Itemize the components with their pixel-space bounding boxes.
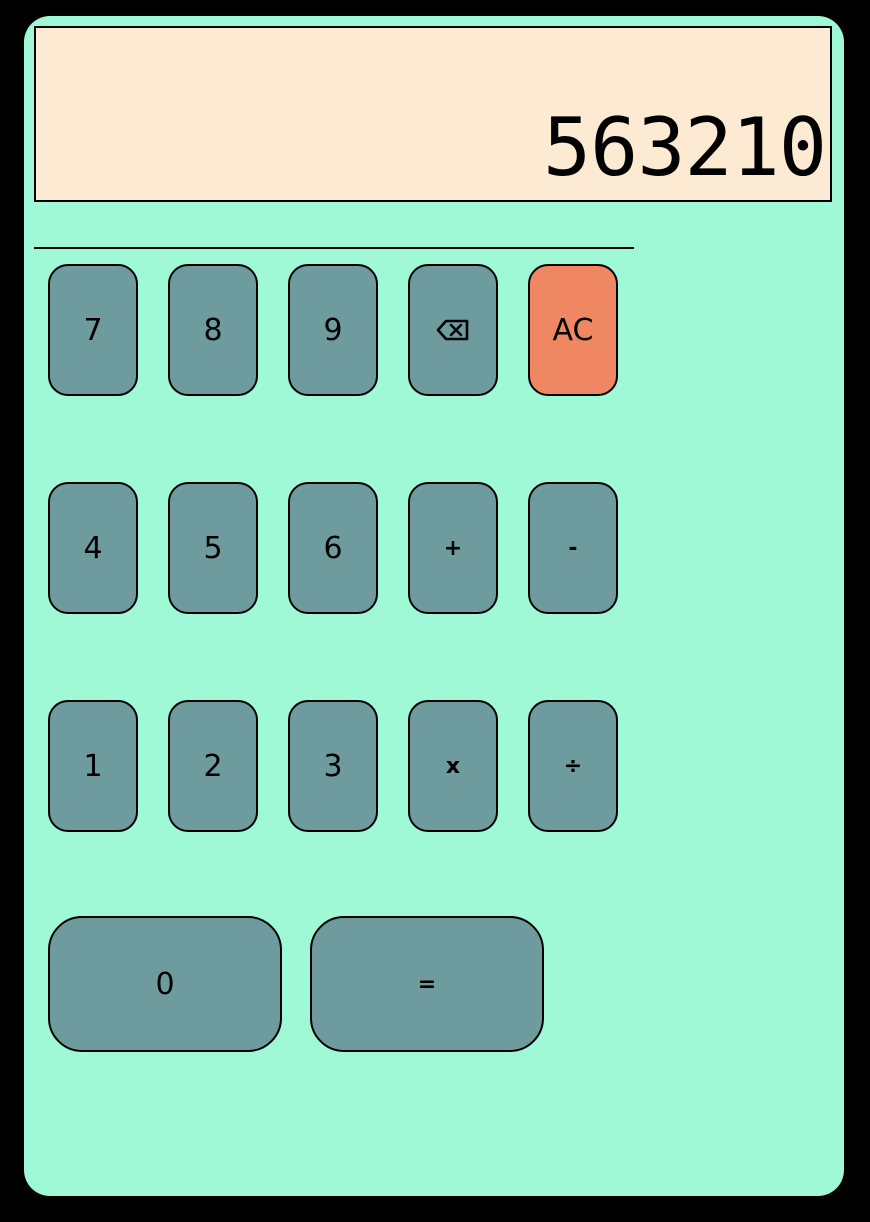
key-9[interactable]: 9 xyxy=(288,264,378,396)
clear-all-label: AC xyxy=(552,312,594,348)
key-4[interactable]: 4 xyxy=(48,482,138,614)
key-0[interactable]: 0 xyxy=(48,916,282,1052)
key-8[interactable]: 8 xyxy=(168,264,258,396)
divider-line xyxy=(34,247,634,249)
plus-button[interactable]: + xyxy=(408,482,498,614)
equals-label: = xyxy=(417,971,437,997)
key-3-label: 3 xyxy=(323,748,343,784)
display-value: 563210 xyxy=(543,101,827,194)
minus-button[interactable]: - xyxy=(528,482,618,614)
plus-label: + xyxy=(443,535,463,561)
key-2-label: 2 xyxy=(203,748,223,784)
key-9-label: 9 xyxy=(323,312,343,348)
minus-label: - xyxy=(568,535,578,561)
key-7-label: 7 xyxy=(83,312,103,348)
display-screen: 563210 xyxy=(34,26,832,202)
calculator-body: 563210 7 8 9 AC 4 5 6 + - 1 2 3 x ÷ 0 = xyxy=(24,16,844,1196)
key-1-label: 1 xyxy=(83,748,103,784)
key-0-label: 0 xyxy=(155,966,175,1002)
backspace-icon xyxy=(436,319,470,341)
backspace-button[interactable] xyxy=(408,264,498,396)
key-5[interactable]: 5 xyxy=(168,482,258,614)
key-6[interactable]: 6 xyxy=(288,482,378,614)
key-1[interactable]: 1 xyxy=(48,700,138,832)
key-8-label: 8 xyxy=(203,312,223,348)
multiply-label: x xyxy=(445,753,461,779)
divide-label: ÷ xyxy=(563,753,583,779)
key-3[interactable]: 3 xyxy=(288,700,378,832)
key-5-label: 5 xyxy=(203,530,223,566)
clear-all-button[interactable]: AC xyxy=(528,264,618,396)
multiply-button[interactable]: x xyxy=(408,700,498,832)
key-6-label: 6 xyxy=(323,530,343,566)
equals-button[interactable]: = xyxy=(310,916,544,1052)
key-2[interactable]: 2 xyxy=(168,700,258,832)
key-4-label: 4 xyxy=(83,530,103,566)
key-7[interactable]: 7 xyxy=(48,264,138,396)
divide-button[interactable]: ÷ xyxy=(528,700,618,832)
